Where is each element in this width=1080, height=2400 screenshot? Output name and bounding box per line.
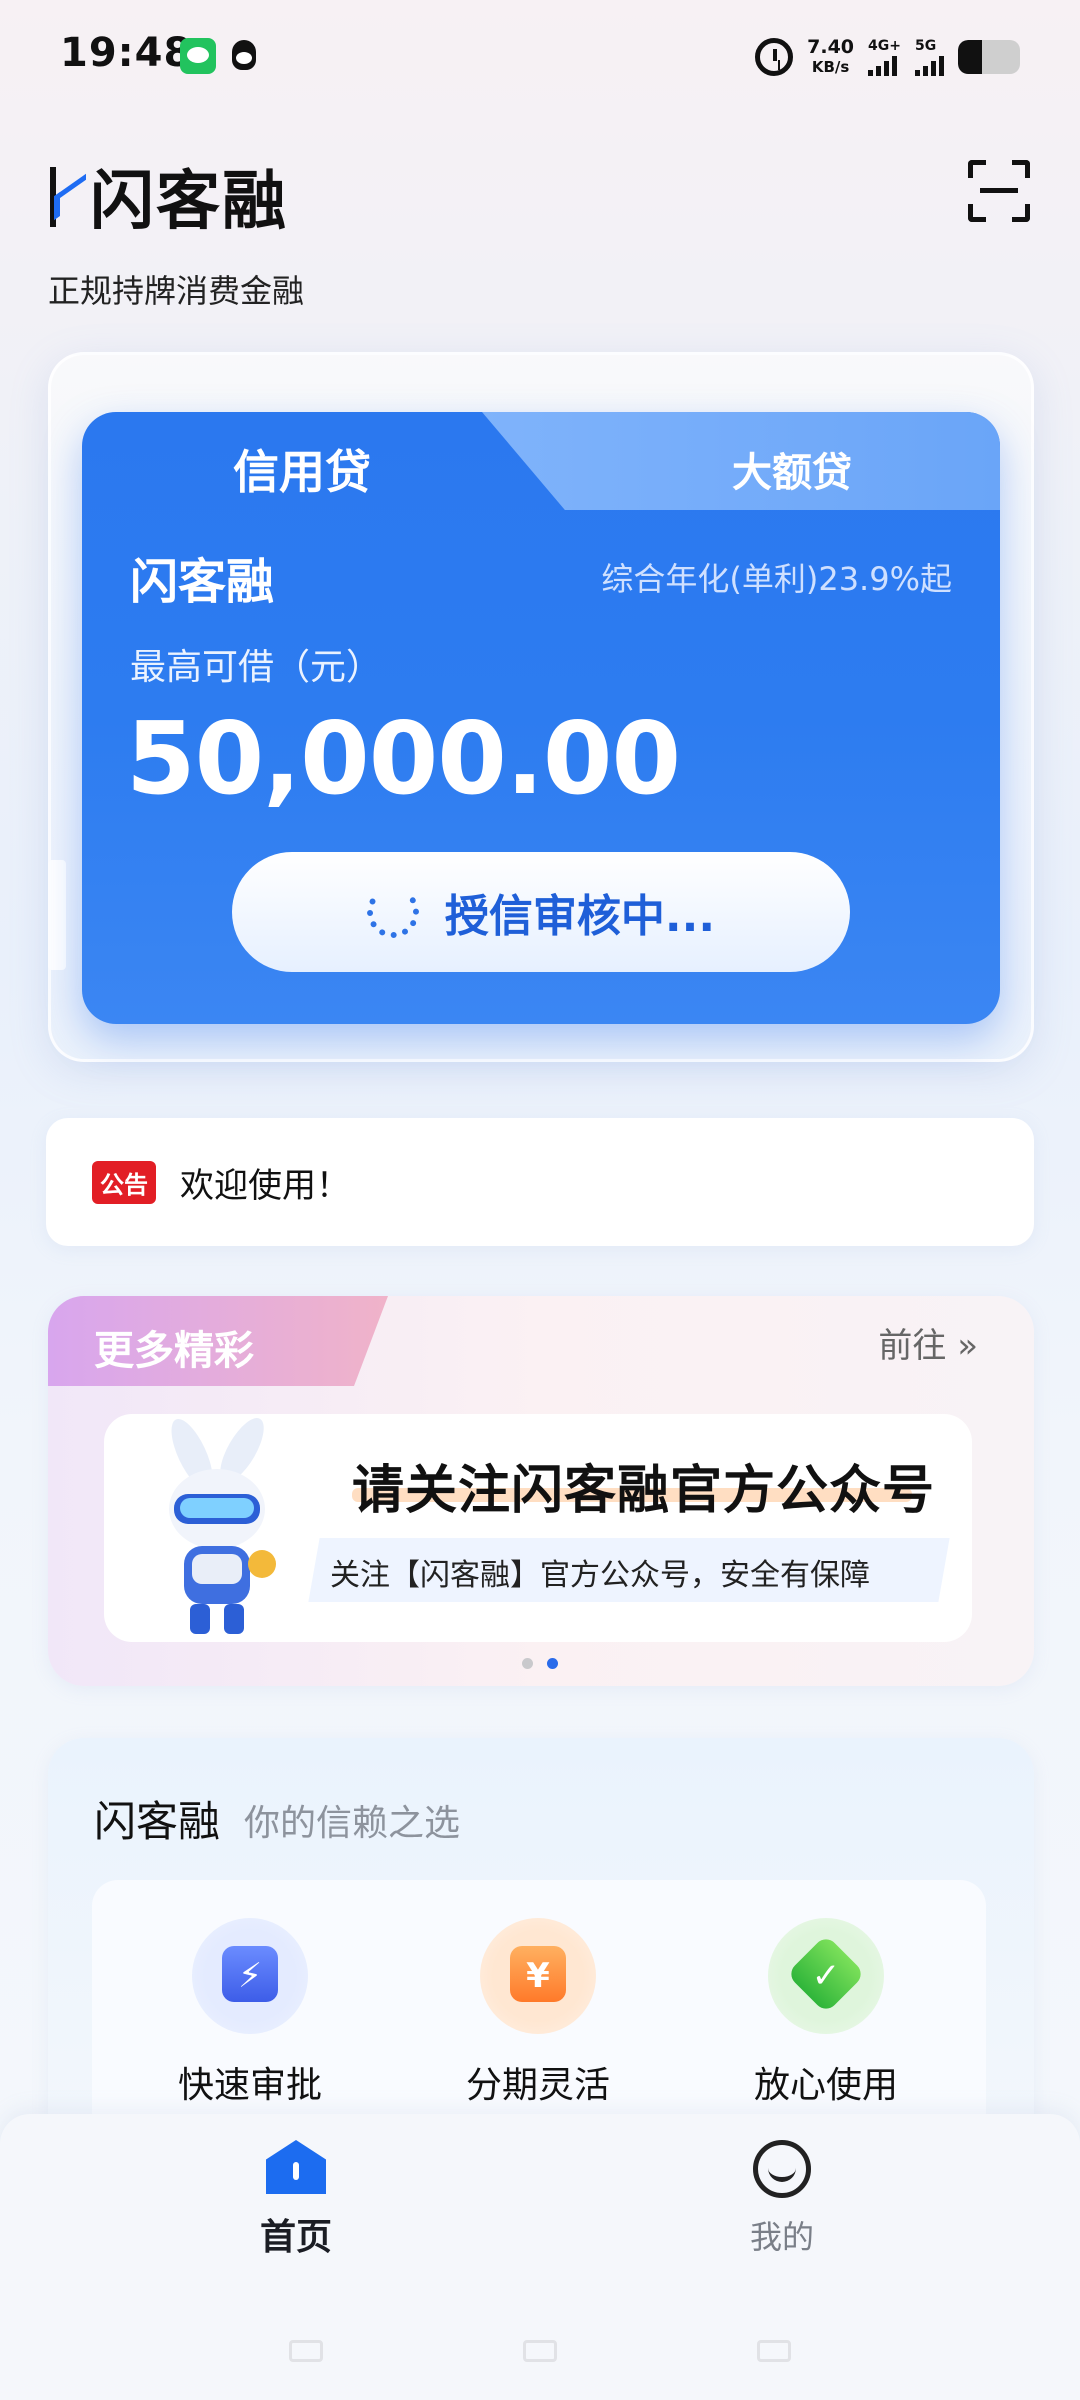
- status-time: 19:48: [60, 30, 193, 76]
- status-bar: 19:48 7.40 KB/s 4G+ 5G: [0, 0, 1080, 110]
- tab-large-loan[interactable]: 大额贷: [642, 440, 942, 498]
- net-speed-unit: KB/s: [811, 58, 850, 76]
- wechat-follow-banner[interactable]: 请关注闪客融官方公众号 关注【闪客融】官方公众号，安全有保障: [104, 1414, 972, 1642]
- limit-amount: 50,000.00: [126, 700, 681, 817]
- nav-label-home: 首页: [259, 2217, 332, 2258]
- limit-label: 最高可借（元）: [130, 647, 383, 688]
- loan-card: 信用贷 大额贷 闪客融 综合年化(单利)23.9%起 最高可借（元） 50,00…: [82, 412, 1000, 1024]
- home-gesture-icon[interactable]: [523, 2340, 557, 2362]
- signal-icon-2: 5G: [915, 38, 944, 76]
- status-right: 7.40 KB/s 4G+ 5G: [755, 30, 1020, 84]
- loading-spinner-icon: [366, 886, 419, 938]
- features-title: 闪客融: [94, 1797, 221, 1846]
- sim2-type: 5G: [915, 38, 937, 54]
- carousel-dot-active[interactable]: [547, 1658, 558, 1669]
- home-icon: [266, 2140, 326, 2194]
- credit-review-button[interactable]: 授信审核中...: [232, 852, 850, 972]
- features-section: 闪客融 你的信赖之选 ⚡ 快速审批 ¥ 分期灵活 ✓ 放心使用: [48, 1738, 1034, 2160]
- tab-credit-loan[interactable]: 信用贷: [172, 436, 432, 502]
- brand-logo: 闪客融: [46, 150, 288, 242]
- net-speed: 7.40 KB/s: [807, 37, 854, 77]
- yuan-icon: ¥: [480, 1918, 596, 2034]
- notice-badge: 公告: [92, 1160, 156, 1204]
- nav-item-me[interactable]: 我的: [662, 2140, 902, 2258]
- card-side-marker: [48, 860, 66, 970]
- scan-icon: [980, 188, 1018, 193]
- signal-icon: 4G+: [868, 38, 901, 76]
- feature-label: 快速审批: [177, 2065, 322, 2106]
- battery-icon: [958, 40, 1020, 74]
- tagline: 正规持牌消费金融: [48, 272, 305, 310]
- brand-title: 闪客融: [90, 165, 288, 239]
- feature-flexible-installments: ¥ 分期灵活: [428, 1918, 648, 2108]
- check-shield-icon: ✓: [768, 1918, 884, 2034]
- nav-item-home[interactable]: 首页: [176, 2140, 416, 2260]
- lightning-icon: ⚡: [192, 1918, 308, 2034]
- sim1-type: 4G+: [868, 38, 901, 54]
- product-name: 闪客融: [130, 554, 275, 610]
- carousel-dot[interactable]: [522, 1658, 533, 1669]
- banner-subtitle: 关注【闪客融】官方公众号，安全有保障: [330, 1558, 870, 1593]
- feature-label: 分期灵活: [465, 2065, 610, 2106]
- brand-mark-icon: [46, 161, 86, 231]
- wechat-icon: [180, 38, 216, 74]
- nav-label-me: 我的: [749, 2218, 814, 2256]
- system-gesture-bar: [0, 2340, 1080, 2362]
- features-subtitle: 你的信赖之选: [244, 1803, 461, 1844]
- rabbit-mascot-icon: [169, 1418, 276, 1634]
- carousel-dots: [522, 1658, 558, 1669]
- net-speed-value: 7.40: [807, 36, 855, 58]
- back-gesture-icon[interactable]: [757, 2340, 791, 2362]
- menu-gesture-icon[interactable]: [289, 2340, 323, 2362]
- alarm-icon: [755, 38, 794, 76]
- notice-text: 欢迎使用！: [180, 1165, 350, 1206]
- feature-label: 放心使用: [753, 2065, 898, 2106]
- credit-review-label: 授信审核中...: [444, 891, 716, 942]
- more-title: 更多精彩: [94, 1328, 254, 1374]
- rate-text: 综合年化(单利)23.9%起: [601, 560, 952, 598]
- notice-bar[interactable]: 公告 欢迎使用！: [46, 1118, 1034, 1246]
- qq-icon: [226, 38, 262, 74]
- banner-title: 请关注闪客融官方公众号: [352, 1461, 936, 1521]
- feature-fast-approval: ⚡ 快速审批: [140, 1918, 360, 2108]
- scan-button[interactable]: [968, 160, 1030, 222]
- smile-icon: [753, 2140, 811, 2198]
- more-section: 更多精彩 前往 » 请关注闪客融官方公众号 关注【闪客融】官方公众号，安全有保障: [48, 1296, 1034, 1686]
- more-go-link[interactable]: 前往 »: [878, 1318, 978, 1367]
- feature-safe-use: ✓ 放心使用: [716, 1918, 936, 2108]
